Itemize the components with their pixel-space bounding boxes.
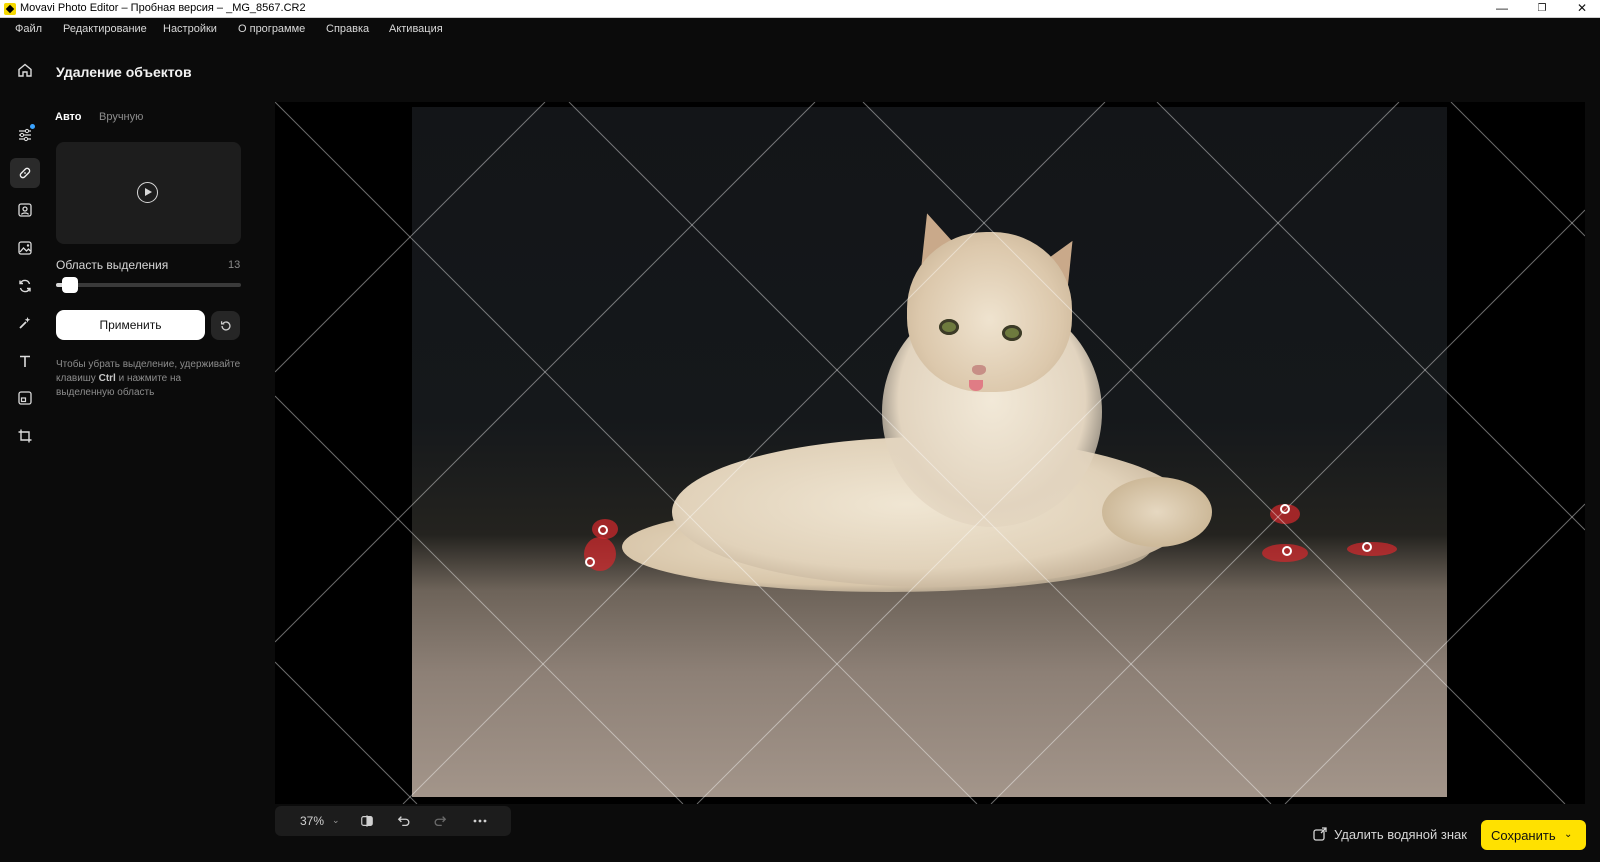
window-title: Movavi Photo Editor – Пробная версия – _… — [20, 2, 306, 14]
undo-button[interactable] — [395, 812, 413, 830]
text-tool-button[interactable] — [10, 346, 40, 376]
tools-sidebar — [0, 40, 50, 862]
magic-icon — [19, 317, 31, 329]
remove-watermark-label: Удалить водяной знак — [1334, 826, 1467, 842]
tab-auto[interactable]: Авто — [55, 111, 82, 123]
menu-help[interactable]: Справка — [326, 23, 369, 35]
rotate-icon — [19, 279, 31, 293]
menu-settings[interactable]: Настройки — [163, 23, 217, 35]
maximize-button[interactable]: ❐ — [1520, 0, 1564, 18]
app-window: Movavi Photo Editor – Пробная версия – _… — [0, 0, 1600, 862]
portrait-icon — [18, 203, 32, 217]
selection-area-value: 13 — [228, 259, 241, 271]
app-logo-icon — [4, 3, 16, 15]
adjust-sliders-icon — [19, 128, 31, 142]
image-enhance-icon — [18, 241, 32, 255]
crop-icon — [18, 429, 32, 443]
canvas-controls: 37% ⌄ — [275, 806, 511, 836]
object-removal-tool-button[interactable] — [10, 158, 40, 188]
menu-file[interactable]: Файл — [15, 23, 42, 35]
adjust-tool-button[interactable] — [10, 120, 40, 150]
tab-manual[interactable]: Вручную — [99, 111, 143, 123]
zoom-level[interactable]: 37% — [300, 814, 324, 828]
selection-area-slider[interactable] — [56, 283, 241, 287]
more-options-button[interactable] — [471, 812, 489, 830]
portrait-tool-button[interactable] — [10, 195, 40, 225]
redo-icon — [434, 816, 447, 827]
play-icon[interactable] — [137, 182, 158, 203]
chevron-down-icon[interactable]: ⌄ — [332, 815, 340, 826]
compare-button[interactable] — [358, 812, 376, 830]
save-label: Сохранить — [1491, 828, 1556, 843]
save-button[interactable]: Сохранить ⌄ — [1481, 820, 1586, 850]
more-dots-icon — [473, 819, 487, 823]
menu-edit[interactable]: Редактирование — [63, 23, 147, 35]
menu-bar: Файл Редактирование Настройки О программ… — [0, 18, 1600, 40]
menu-activation[interactable]: Активация — [389, 23, 443, 35]
title-bar: Movavi Photo Editor – Пробная версия – _… — [0, 0, 1600, 18]
watermark-overlay — [275, 102, 1585, 804]
reset-button[interactable] — [211, 311, 240, 340]
menu-about[interactable]: О программе — [238, 23, 305, 35]
home-button[interactable] — [10, 55, 40, 85]
transform-tool-button[interactable] — [10, 271, 40, 301]
slider-thumb[interactable] — [62, 277, 78, 293]
notification-dot — [30, 124, 35, 129]
healing-patch-icon — [19, 167, 31, 179]
selection-hint: Чтобы убрать выделение, удерживайте клав… — [56, 359, 241, 398]
compare-icon — [361, 815, 373, 827]
minimize-button[interactable]: — — [1480, 0, 1524, 18]
text-icon — [20, 355, 30, 367]
remove-watermark-link[interactable]: Удалить водяной знак — [1312, 826, 1467, 842]
watermark-tool-button[interactable] — [10, 383, 40, 413]
redo-button[interactable] — [431, 812, 449, 830]
watermark-icon — [18, 391, 32, 405]
magic-tool-button[interactable] — [10, 308, 40, 338]
remove-watermark-icon — [1313, 827, 1327, 841]
undo-icon — [397, 816, 410, 827]
selection-area-label: Область выделения — [56, 258, 169, 272]
reset-icon — [220, 320, 231, 331]
close-button[interactable]: ✕ — [1560, 0, 1600, 18]
apply-button[interactable]: Применить — [56, 310, 205, 340]
enhance-tool-button[interactable] — [10, 233, 40, 263]
page-title: Удаление объектов — [56, 64, 192, 80]
chevron-down-icon[interactable]: ⌄ — [1564, 829, 1572, 840]
crop-tool-button[interactable] — [10, 421, 40, 451]
object-removal-panel: Удаление объектов Авто Вручную Область в… — [50, 40, 260, 800]
tutorial-video[interactable] — [56, 142, 241, 244]
home-icon — [18, 63, 32, 77]
image-canvas[interactable] — [275, 102, 1585, 804]
